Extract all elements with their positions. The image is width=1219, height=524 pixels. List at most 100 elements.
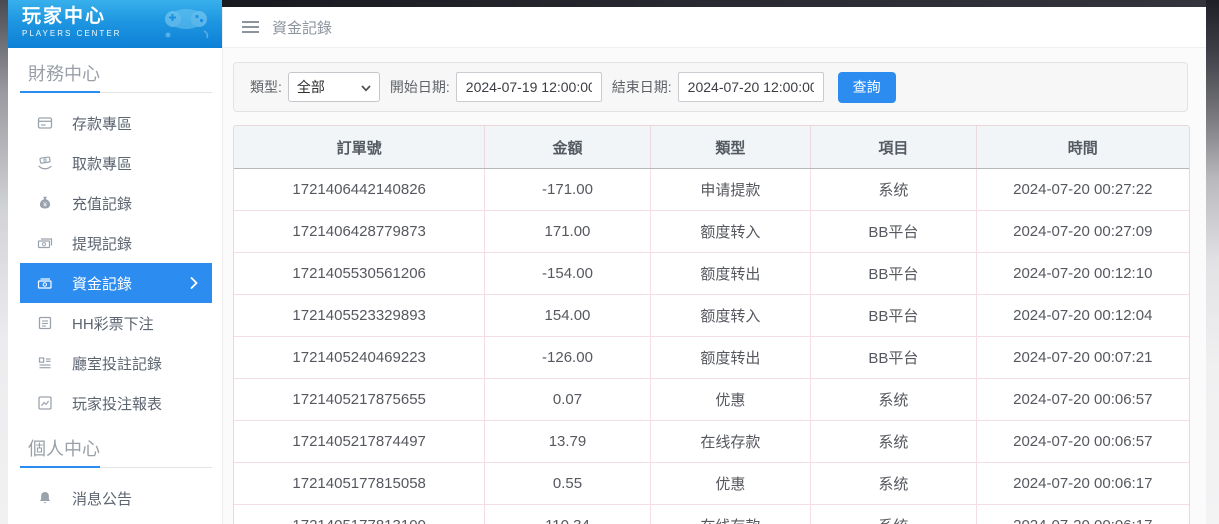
sidebar-header: 玩家中心 PLAYERS CENTER (8, 0, 222, 48)
sidebar: 玩家中心 PLAYERS CENTER 財務中心存款專區取款專區 ¥ 充值記錄提現記… (8, 0, 223, 524)
table-cell: 2024-07-20 00:06:17 (976, 463, 1189, 505)
table-row: 1721405530561206-154.00额度转出BB平台2024-07-2… (234, 253, 1189, 295)
sidebar-item-label: 資金記錄 (72, 273, 132, 294)
sidebar-section: 個人中心 (20, 436, 212, 468)
table-cell: 申请提款 (650, 169, 811, 211)
table-row: 17214052178756550.07优惠系统2024-07-20 00:06… (234, 379, 1189, 421)
table-cell: 1721405177815058 (234, 463, 485, 505)
sidebar-item-money-bag[interactable]: ¥ 充值記錄 (20, 183, 212, 223)
sidebar-item-label: 充值記錄 (72, 193, 132, 214)
table-cell: 110.34 (485, 505, 650, 524)
sidebar-item-label: 取款專區 (72, 153, 132, 174)
table-cell: BB平台 (811, 337, 976, 379)
table-cell: -171.00 (485, 169, 650, 211)
sidebar-item-bell[interactable]: 消息公告 (20, 478, 212, 518)
table-cell: 2024-07-20 00:06:57 (976, 421, 1189, 463)
filter-panel: 類型: 全部 開始日期: 結束日期: 查詢 (233, 62, 1188, 112)
search-button[interactable]: 查詢 (838, 72, 896, 103)
table-cell: -154.00 (485, 253, 650, 295)
table-cell: 1721406428779873 (234, 211, 485, 253)
table-cell: 2024-07-20 00:27:22 (976, 169, 1189, 211)
table-cell: 1721406442140826 (234, 169, 485, 211)
table-row: 1721405177813100110.34在线存款系统2024-07-20 0… (234, 505, 1189, 524)
table-cell: 优惠 (650, 379, 811, 421)
table-cell: BB平台 (811, 295, 976, 337)
lottery-list-icon (36, 314, 54, 332)
table-cell: 1721405240469223 (234, 337, 485, 379)
funds-table: 訂單號金額類型項目時間 1721406442140826-171.00申请提款系… (233, 125, 1190, 524)
table-cell: -126.00 (485, 337, 650, 379)
table-cell: 0.07 (485, 379, 650, 421)
money-bag-icon: ¥ (36, 194, 54, 212)
sidebar-item-label: 廳室投註記錄 (72, 353, 162, 374)
end-date-label: 結束日期: (612, 77, 672, 97)
type-select-value: 全部 (297, 77, 325, 97)
sidebar-item-label: 提現記錄 (72, 233, 132, 254)
table-cell: 13.79 (485, 421, 650, 463)
sidebar-menu-group: 存款專區取款專區 ¥ 充值記錄提現記錄資金記錄 HH彩票下注廳室投註記錄玩家投注報表 (20, 103, 212, 423)
topbar: 資金記錄 (222, 7, 1219, 48)
type-select[interactable]: 全部 (288, 72, 380, 102)
table-cell: 1721405217874497 (234, 421, 485, 463)
funds-record-icon (36, 274, 54, 292)
column-header: 訂單號 (234, 126, 485, 169)
sidebar-item-person[interactable] (20, 518, 212, 524)
chevron-right-icon (190, 277, 198, 289)
table-cell: 额度转出 (650, 337, 811, 379)
end-date-input[interactable] (678, 72, 824, 102)
table-cell: 2024-07-20 00:06:57 (976, 379, 1189, 421)
bell-icon (36, 489, 54, 507)
column-header: 金額 (485, 126, 650, 169)
sidebar-section: 財務中心 (20, 61, 212, 93)
gamepad-icon (160, 4, 212, 47)
table-cell: 2024-07-20 00:27:09 (976, 211, 1189, 253)
table-row: 1721405240469223-126.00额度转出BB平台2024-07-2… (234, 337, 1189, 379)
right-window-edge (1206, 0, 1219, 524)
table-cell: 2024-07-20 00:06:17 (976, 505, 1189, 524)
section-label: 個人中心 (20, 436, 212, 462)
sidebar-item-withdraw-hand[interactable]: 取款專區 (20, 143, 212, 183)
withdraw-hand-icon (36, 154, 54, 172)
table-cell: 1721405523329893 (234, 295, 485, 337)
bet-report-icon (36, 394, 54, 412)
menu-toggle-icon[interactable] (242, 21, 259, 33)
table-cell: 系统 (811, 421, 976, 463)
app-window: 玩家中心 PLAYERS CENTER 財務中心存款專區取款專區 ¥ 充值記錄提現記… (0, 0, 1219, 524)
table-cell: 在线存款 (650, 505, 811, 524)
table-cell: 2024-07-20 00:12:04 (976, 295, 1189, 337)
chevron-down-icon (361, 79, 371, 95)
hall-bet-record-icon (36, 354, 54, 372)
sidebar-item-bet-report[interactable]: 玩家投注報表 (20, 383, 212, 423)
type-filter-label: 類型: (250, 77, 282, 97)
table-row: 17214051778150580.55优惠系统2024-07-20 00:06… (234, 463, 1189, 505)
sidebar-item-deposit-card[interactable]: 存款專區 (20, 103, 212, 143)
table-cell: 1721405177813100 (234, 505, 485, 524)
section-divider (20, 467, 212, 468)
sidebar-menu-group: 消息公告 (20, 478, 212, 524)
table-cell: 系统 (811, 463, 976, 505)
table-cell: 在线存款 (650, 421, 811, 463)
table-cell: BB平台 (811, 253, 976, 295)
table-cell: 1721405217875655 (234, 379, 485, 421)
sidebar-item-label: 玩家投注報表 (72, 393, 162, 414)
table-cell: 2024-07-20 00:12:10 (976, 253, 1189, 295)
cash-out-icon (36, 234, 54, 252)
sidebar-menu: 財務中心存款專區取款專區 ¥ 充值記錄提現記錄資金記錄 HH彩票下注廳室投註記錄玩家投… (8, 61, 222, 524)
left-window-edge (0, 0, 8, 524)
table-cell: BB平台 (811, 211, 976, 253)
table-cell: 0.55 (485, 463, 650, 505)
start-date-input[interactable] (456, 72, 602, 102)
sidebar-item-lottery-list[interactable]: HH彩票下注 (20, 303, 212, 343)
sidebar-item-cash-out[interactable]: 提現記錄 (20, 223, 212, 263)
table-row: 1721406428779873171.00额度转入BB平台2024-07-20… (234, 211, 1189, 253)
start-date-label: 開始日期: (390, 77, 450, 97)
table-cell: 额度转出 (650, 253, 811, 295)
column-header: 時間 (976, 126, 1189, 169)
section-label: 財務中心 (20, 61, 212, 87)
table-cell: 系统 (811, 169, 976, 211)
svg-text:¥: ¥ (43, 202, 47, 209)
sidebar-item-label: HH彩票下注 (72, 313, 154, 334)
page-title: 資金記錄 (272, 17, 332, 38)
sidebar-item-funds-record[interactable]: 資金記錄 (20, 263, 212, 303)
sidebar-item-hall-bet-record[interactable]: 廳室投註記錄 (20, 343, 212, 383)
